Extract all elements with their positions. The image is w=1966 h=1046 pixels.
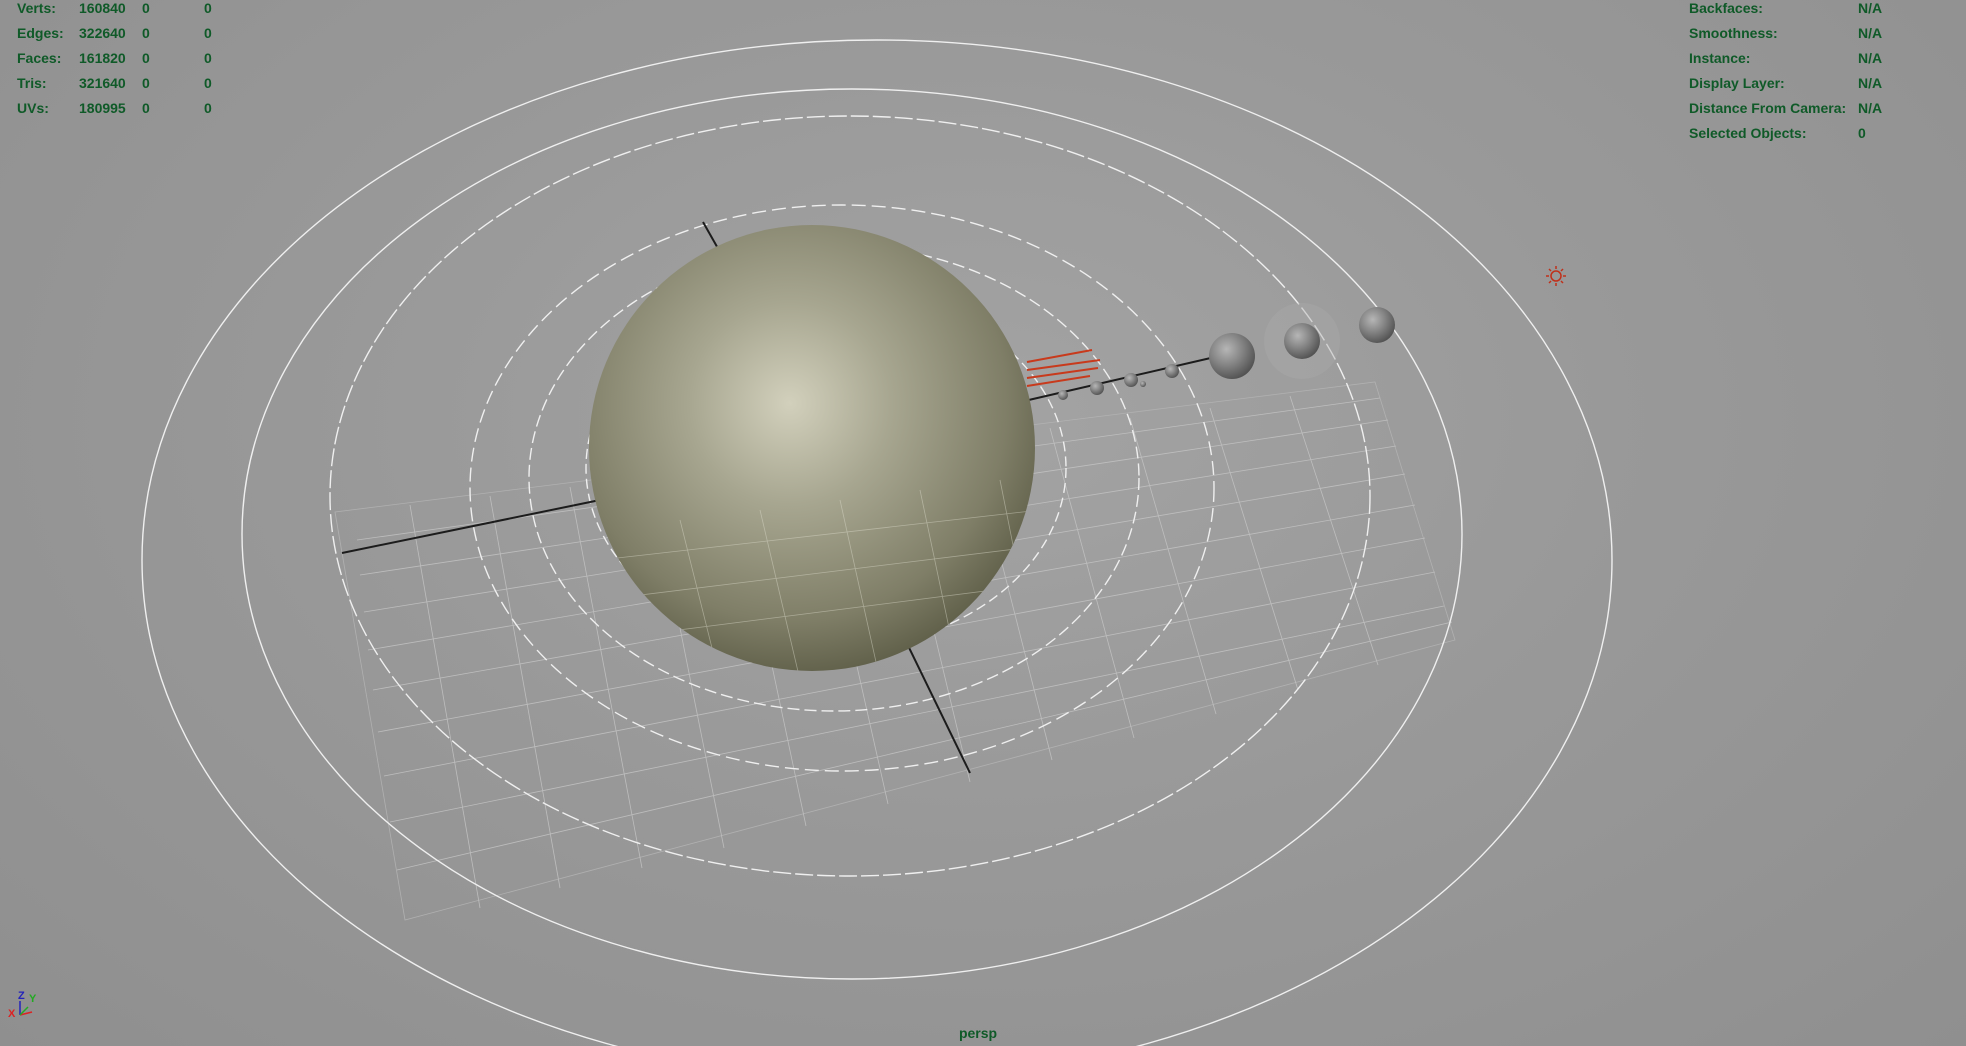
stat-selected: 0 xyxy=(142,100,150,116)
camera-name-label: persp xyxy=(958,1025,998,1041)
transform-manipulator[interactable] xyxy=(1026,349,1101,387)
stat-selected: 0 xyxy=(142,75,150,91)
planet-jupiter xyxy=(1209,333,1255,379)
stat-label: Verts: xyxy=(17,0,56,16)
info-label: Distance From Camera: xyxy=(1689,100,1847,116)
stat-component: 0 xyxy=(204,75,212,91)
info-value: 0 xyxy=(1858,125,1866,141)
stat-selected: 0 xyxy=(142,50,150,66)
planet-earth xyxy=(1124,373,1138,387)
stat-selected: 0 xyxy=(142,25,150,41)
info-value: N/A xyxy=(1858,0,1883,16)
info-value: N/A xyxy=(1858,25,1883,41)
info-value: N/A xyxy=(1858,100,1883,116)
object-info-hud: Backfaces: N/A Smoothness: N/A Instance:… xyxy=(1680,0,1960,141)
sun-sphere[interactable] xyxy=(589,225,1035,671)
stat-component: 0 xyxy=(204,25,212,41)
stat-selected: 0 xyxy=(142,0,150,16)
stat-total: 180995 xyxy=(79,100,126,116)
poly-count-hud: Verts: 160840 0 0 Edges: 322640 0 0 Face… xyxy=(0,0,260,120)
info-label: Selected Objects: xyxy=(1689,125,1807,141)
stat-label: Faces: xyxy=(17,50,62,66)
stat-label: UVs: xyxy=(17,100,49,116)
stat-total: 322640 xyxy=(79,25,126,41)
moon xyxy=(1140,381,1146,387)
planet-uranus xyxy=(1359,307,1395,343)
stat-component: 0 xyxy=(204,0,212,16)
info-value: N/A xyxy=(1858,50,1883,66)
stat-total: 161820 xyxy=(79,50,126,66)
planet-mercury xyxy=(1058,390,1068,400)
stat-component: 0 xyxy=(204,100,212,116)
axis-x-label: X xyxy=(8,1008,16,1020)
info-label: Backfaces: xyxy=(1689,0,1763,16)
info-label: Smoothness: xyxy=(1689,25,1778,41)
axis-y-label: Y xyxy=(29,993,37,1005)
scene-canvas[interactable] xyxy=(0,0,1966,1046)
info-value: N/A xyxy=(1858,75,1883,91)
stat-label: Tris: xyxy=(17,75,47,91)
info-label: Display Layer: xyxy=(1689,75,1785,91)
axis-z-label: Z xyxy=(18,990,25,1002)
axis-gizmo-icon: X Z Y xyxy=(8,990,37,1020)
planet-saturn xyxy=(1284,323,1320,359)
planet-venus xyxy=(1090,381,1104,395)
directional-light-icon[interactable] xyxy=(1546,266,1566,286)
stat-label: Edges: xyxy=(17,25,64,41)
stat-component: 0 xyxy=(204,50,212,66)
stat-total: 160840 xyxy=(79,0,126,16)
stat-total: 321640 xyxy=(79,75,126,91)
perspective-viewport[interactable]: Verts: 160840 0 0 Edges: 322640 0 0 Face… xyxy=(0,0,1966,1046)
info-label: Instance: xyxy=(1689,50,1751,66)
planet-mars xyxy=(1165,364,1179,378)
